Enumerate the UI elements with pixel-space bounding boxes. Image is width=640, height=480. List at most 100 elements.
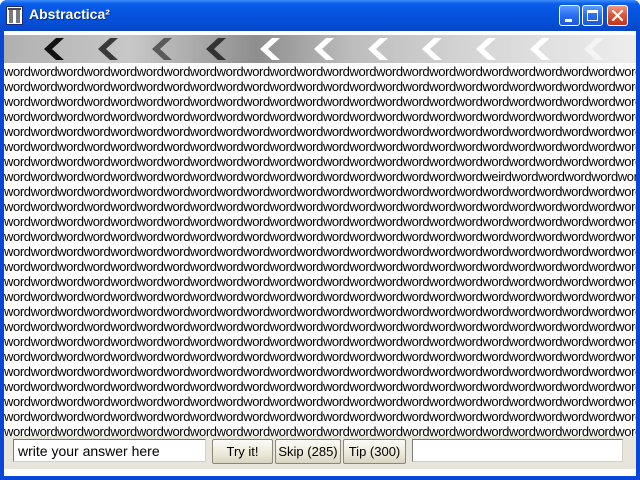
chevron-strip-graphic (44, 38, 604, 60)
word-cell: word (57, 139, 84, 154)
word-cell: word (562, 64, 589, 79)
word-cell: word (243, 379, 270, 394)
word-cell: word (402, 64, 430, 79)
word-cell: word (615, 379, 636, 394)
word-cell: word (110, 139, 137, 154)
word-cell: word (136, 169, 164, 184)
word-cell: word (4, 94, 31, 109)
word-cell: word (455, 229, 483, 244)
word-cell: word (562, 124, 589, 139)
word-cell: word (535, 364, 563, 379)
word-cell: word (482, 199, 509, 214)
answer-input[interactable] (13, 439, 206, 462)
word-cell: word (562, 349, 589, 364)
word-cell: word (588, 304, 616, 319)
word-cell: word (508, 109, 536, 124)
word-cell: word (588, 64, 616, 79)
word-cell: word (615, 184, 636, 199)
word-cell: word (349, 184, 377, 199)
word-cell: word (349, 169, 377, 184)
left-chevron-icon (260, 38, 280, 60)
word-cell: word (57, 304, 84, 319)
word-cell: word (30, 169, 58, 184)
word-cell: word (349, 349, 377, 364)
word-cell: word (322, 214, 350, 229)
try-button[interactable]: Try it! (212, 439, 273, 464)
word-cell: word (4, 259, 31, 274)
skip-button[interactable]: Skip (285) (275, 439, 341, 464)
word-cell: word (349, 409, 377, 424)
word-cell: word (455, 139, 483, 154)
word-cell: word (190, 304, 217, 319)
word-cell: word (110, 79, 137, 94)
word-cell: word (216, 424, 244, 436)
word-cell: word (562, 289, 589, 304)
word-cell: word (216, 64, 244, 79)
word-cell: word (508, 349, 536, 364)
word-cell: word (243, 424, 270, 436)
word-cell: word (57, 154, 84, 169)
word-cell: word (429, 394, 456, 409)
word-cell: word (429, 184, 456, 199)
word-cell: word (322, 139, 350, 154)
word-cell: word (322, 229, 350, 244)
minimize-button[interactable] (559, 5, 580, 26)
word-cell: word (376, 319, 403, 334)
word-cell: word (349, 64, 377, 79)
word-cell: word (455, 364, 483, 379)
word-row: wordwordwordwordwordwordwordwordwordword… (4, 244, 636, 259)
word-cell: word (588, 319, 616, 334)
word-cell: word (535, 289, 563, 304)
word-cell: word (402, 199, 430, 214)
word-cell: word (402, 334, 430, 349)
title-bar[interactable]: Abstractica² (0, 0, 640, 31)
word-cell: word (136, 124, 164, 139)
tip-button[interactable]: Tip (300) (343, 439, 406, 464)
word-cell: word (376, 244, 403, 259)
word-cell: word (535, 349, 563, 364)
answer-bar: Try it! Skip (285) Tip (300) (4, 436, 636, 469)
word-cell: word (30, 319, 58, 334)
word-cell: word (376, 334, 403, 349)
word-cell: word (429, 244, 456, 259)
word-cell: word (482, 289, 509, 304)
word-row: wordwordwordwordwordwordwordwordwordword… (4, 319, 636, 334)
word-cell: word (508, 199, 536, 214)
word-cell: word (429, 154, 456, 169)
word-cell: word (296, 409, 323, 424)
word-cell: word (216, 124, 244, 139)
word-row: wordwordwordwordwordwordwordwordwordword… (4, 364, 636, 379)
word-cell: word (482, 79, 509, 94)
word-cell: word (57, 109, 84, 124)
word-cell: word (190, 214, 217, 229)
word-cell: word (349, 289, 377, 304)
word-cell: word (376, 229, 403, 244)
app-columns-icon[interactable] (6, 6, 23, 25)
word-cell: word (562, 364, 589, 379)
word-cell: word (163, 304, 191, 319)
word-cell: word (349, 334, 377, 349)
word-cell: word (615, 154, 636, 169)
word-cell: word (322, 364, 350, 379)
word-cell: word (296, 154, 323, 169)
word-cell: word (243, 79, 270, 94)
word-cell: word (269, 394, 297, 409)
word-cell: word (535, 79, 563, 94)
word-cell: word (508, 184, 536, 199)
word-cell: word (376, 109, 403, 124)
word-cell: word (269, 79, 297, 94)
word-cell: word (429, 169, 456, 184)
left-chevron-icon (44, 38, 64, 60)
word-cell: word (136, 319, 164, 334)
close-button[interactable] (607, 5, 628, 26)
word-cell: word (136, 214, 164, 229)
word-cell: word (243, 64, 270, 79)
word-cell: word (136, 259, 164, 274)
word-cell: word (57, 274, 84, 289)
word-cell: word (243, 364, 270, 379)
word-cell: word (190, 334, 217, 349)
word-cell: word (588, 364, 616, 379)
word-cell: word (4, 109, 31, 124)
word-cell: word (269, 379, 297, 394)
maximize-button[interactable] (582, 5, 603, 26)
